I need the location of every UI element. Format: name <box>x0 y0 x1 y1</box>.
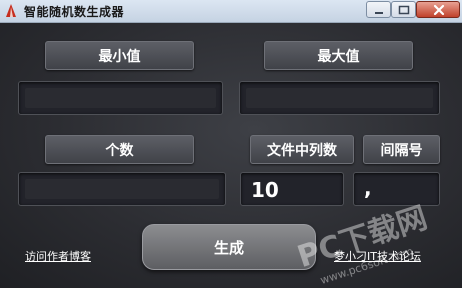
window-title: 智能随机数生成器 <box>24 5 125 19</box>
minimize-button[interactable] <box>366 1 391 18</box>
min-input-inner <box>25 88 216 108</box>
separator-input-value: , <box>364 176 372 200</box>
min-label-button[interactable]: 最小值 <box>45 41 194 70</box>
count-input[interactable] <box>18 172 226 206</box>
close-button[interactable] <box>416 1 460 18</box>
columns-input[interactable]: 10 <box>240 172 344 206</box>
close-icon <box>433 4 445 16</box>
maximize-button[interactable] <box>391 1 416 18</box>
max-input-inner <box>246 88 433 108</box>
author-blog-link[interactable]: 访问作者博客 <box>25 248 91 264</box>
columns-input-value: 10 <box>251 178 279 202</box>
forum-link[interactable]: 梦小刁IT技术论坛 <box>334 248 421 264</box>
maximize-icon <box>398 5 410 15</box>
count-label-button[interactable]: 个数 <box>45 135 194 164</box>
app-window: 智能随机数生成器 最小值 最大值 个数 文件中列数 间隔号 10 , 访问作者博… <box>0 0 462 288</box>
minimize-icon <box>375 12 383 14</box>
count-input-inner <box>25 179 219 199</box>
separator-input[interactable]: , <box>353 172 440 206</box>
title-bar: 智能随机数生成器 <box>0 0 462 23</box>
min-input[interactable] <box>18 81 223 115</box>
app-icon <box>6 4 16 17</box>
max-input[interactable] <box>239 81 440 115</box>
columns-label-button[interactable]: 文件中列数 <box>250 135 354 164</box>
separator-label-button[interactable]: 间隔号 <box>363 135 440 164</box>
max-label-button[interactable]: 最大值 <box>264 41 413 70</box>
generate-button[interactable]: 生成 <box>142 224 316 270</box>
